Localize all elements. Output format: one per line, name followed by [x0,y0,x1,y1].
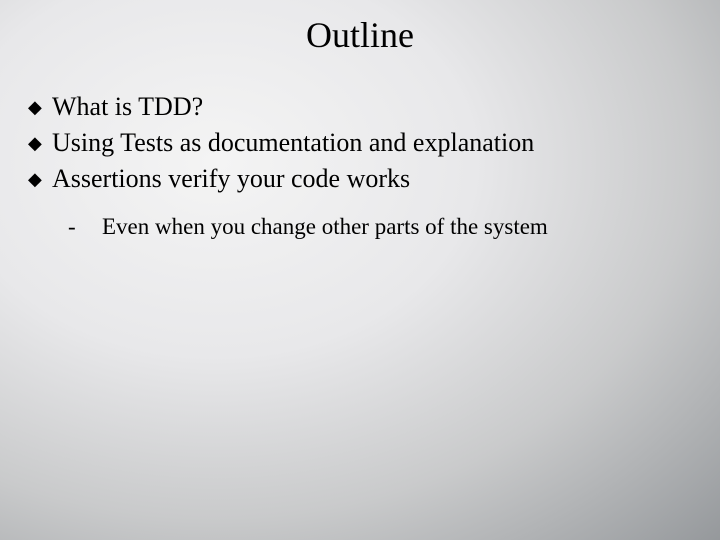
diamond-bullet-icon: ◆ [28,126,52,160]
bullet-item: ◆ Using Tests as documentation and expla… [28,126,692,160]
sub-bullet-item: - Even when you change other parts of th… [28,212,692,241]
bullet-text: What is TDD? [52,90,692,123]
diamond-bullet-icon: ◆ [28,162,52,196]
bullet-item: ◆ Assertions verify your code works [28,162,692,196]
bullet-text: Assertions verify your code works [52,162,692,195]
bullet-item: ◆ What is TDD? [28,90,692,124]
sub-bullet-text: Even when you change other parts of the … [102,212,572,241]
dash-bullet-icon: - [68,212,102,241]
slide: Outline ◆ What is TDD? ◆ Using Tests as … [0,0,720,540]
diamond-bullet-icon: ◆ [28,90,52,124]
slide-title: Outline [0,0,720,56]
slide-body: ◆ What is TDD? ◆ Using Tests as document… [0,56,720,241]
bullet-text: Using Tests as documentation and explana… [52,126,692,159]
